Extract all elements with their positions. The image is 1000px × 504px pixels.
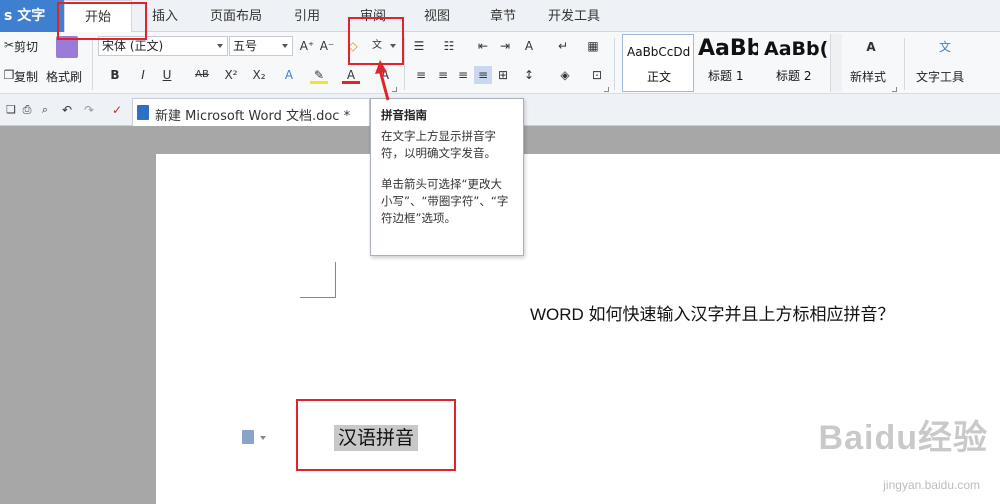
new-style-button[interactable]: 新样式: [850, 68, 886, 85]
selected-text[interactable]: 汉语拼音: [334, 425, 419, 451]
font-size-value: 五号: [233, 39, 258, 53]
line-spacing-icon[interactable]: ↕: [520, 66, 538, 84]
tab-review[interactable]: 审阅: [360, 0, 386, 32]
watermark-logo: Baidu经验: [818, 419, 988, 457]
styles-scrollbar[interactable]: [830, 34, 842, 92]
shading-icon[interactable]: ◈: [556, 66, 574, 84]
subscript-icon[interactable]: X₂: [250, 66, 268, 84]
ribbon-separator: [904, 38, 905, 90]
tab-home[interactable]: 开始: [64, 0, 132, 33]
increase-indent-icon[interactable]: ⇥: [496, 37, 514, 55]
table-icon[interactable]: ▦: [584, 37, 602, 55]
print-preview-icon[interactable]: ⎙: [18, 101, 36, 119]
numbering-icon[interactable]: ☷: [440, 37, 458, 55]
style-heading-1[interactable]: AaBb 标题 1: [696, 34, 758, 92]
bold-icon[interactable]: B: [106, 66, 124, 84]
font-name-select[interactable]: 宋体 (正文): [98, 36, 228, 56]
underline-icon[interactable]: U: [158, 66, 176, 84]
document-tab-title: 新建 Microsoft Word 文档.doc *: [155, 109, 351, 124]
italic-icon[interactable]: I: [134, 66, 152, 84]
style-name: 标题 1: [708, 69, 744, 83]
tooltip-hint: 单击箭头可选择“更改大小写”、“带圈字符”、“字符边框”选项。: [381, 177, 509, 225]
paragraph-layout-icon[interactable]: [242, 430, 254, 444]
justify-icon[interactable]: ≡: [474, 66, 492, 84]
tab-insert[interactable]: 插入: [152, 0, 178, 32]
word-doc-icon: [137, 105, 149, 120]
strikethrough-icon[interactable]: AB: [190, 66, 214, 84]
font-name-value: 宋体 (正文): [102, 39, 164, 53]
align-right-icon[interactable]: ≡: [454, 66, 472, 84]
superscript-icon[interactable]: X²: [222, 66, 240, 84]
tab-view[interactable]: 视图: [424, 0, 450, 32]
annotation-arrow-icon: [375, 60, 390, 101]
shrink-font-icon[interactable]: A⁻: [318, 37, 336, 55]
ribbon-toolbar: ✂ 剪切 ❐ 复制 格式刷 宋体 (正文) 五号 A⁺ A⁻ ◇ 文 B I U…: [0, 32, 1000, 94]
paragraph-layout-chevron-down-icon[interactable]: [260, 436, 266, 440]
app-menu-button[interactable]: s 文字: [0, 0, 64, 32]
chevron-down-icon: [282, 44, 288, 48]
tooltip-title: 拼音指南: [381, 108, 427, 122]
app-name: s 文字: [4, 8, 46, 24]
new-style-icon[interactable]: A: [862, 38, 880, 56]
font-size-select[interactable]: 五号: [229, 36, 293, 56]
ribbon-tab-bar: s 文字 开始 插入 页面布局 引用 审阅 视图 章节 开发工具: [0, 0, 1000, 33]
eraser-icon[interactable]: [56, 36, 78, 58]
highlight-icon[interactable]: ✎: [310, 66, 328, 84]
ribbon-separator: [404, 38, 405, 90]
style-normal[interactable]: AaBbCcDd 正文: [622, 34, 694, 92]
copy-button[interactable]: 复制: [14, 68, 38, 85]
distributed-icon[interactable]: ⊞: [494, 66, 512, 84]
tab-section[interactable]: 章节: [490, 0, 516, 32]
style-heading-2[interactable]: AaBb( 标题 2: [762, 34, 830, 92]
quick-access-chevron-icon[interactable]: ✓: [108, 101, 126, 119]
align-left-icon[interactable]: ≡: [412, 66, 430, 84]
tab-references[interactable]: 引用: [294, 0, 320, 32]
style-sample: AaBb: [698, 36, 758, 61]
tab-developer[interactable]: 开发工具: [548, 0, 600, 32]
redo-icon[interactable]: ↷: [80, 101, 98, 119]
style-name: 标题 2: [776, 69, 812, 83]
watermark-url: jingyan.baidu.com: [883, 478, 980, 492]
document-heading[interactable]: WORD 如何快速输入汉字并且上方标相应拼音？: [530, 300, 895, 325]
show-marks-icon[interactable]: ↵: [554, 37, 572, 55]
align-center-icon[interactable]: ≡: [434, 66, 452, 84]
style-sample: AaBbCcDd: [627, 45, 691, 59]
phonetic-guide-icon[interactable]: 文: [368, 37, 386, 55]
borders-icon[interactable]: ⊡: [588, 66, 606, 84]
font-color-icon[interactable]: A: [342, 66, 360, 84]
bullets-icon[interactable]: ☰: [410, 37, 428, 55]
tooltip-description: 在文字上方显示拼音字符，以明确文字发音。: [381, 129, 496, 160]
chinese-layout-icon[interactable]: A: [520, 37, 538, 55]
tab-page-layout[interactable]: 页面布局: [210, 0, 262, 32]
phonetic-guide-tooltip: 拼音指南 在文字上方显示拼音字符，以明确文字发音。 单击箭头可选择“更改大小写”…: [370, 98, 524, 256]
cut-button[interactable]: 剪切: [14, 38, 38, 55]
undo-icon[interactable]: ↶: [58, 101, 76, 119]
document-tab[interactable]: 新建 Microsoft Word 文档.doc *: [132, 98, 370, 126]
clear-format-icon[interactable]: ◇: [344, 37, 362, 55]
paragraph-dialog-launcher-icon[interactable]: [604, 87, 609, 92]
text-tools-button[interactable]: 文字工具: [916, 68, 964, 85]
chevron-down-icon: [217, 44, 223, 48]
style-name: 正文: [647, 70, 672, 84]
decrease-indent-icon[interactable]: ⇤: [474, 37, 492, 55]
text-effect-icon[interactable]: A: [280, 66, 298, 84]
margin-corner-mark: [300, 262, 336, 298]
search-icon[interactable]: ⌕: [36, 101, 54, 119]
style-sample: AaBb(: [764, 38, 828, 60]
ribbon-separator: [92, 38, 93, 90]
styles-dialog-launcher-icon[interactable]: [892, 87, 897, 92]
phonetic-guide-chevron-down-icon[interactable]: [390, 44, 396, 48]
grow-font-icon[interactable]: A⁺: [298, 37, 316, 55]
format-painter-button[interactable]: 格式刷: [46, 68, 82, 85]
text-tools-icon[interactable]: 文: [936, 38, 954, 56]
ribbon-separator: [614, 38, 615, 90]
